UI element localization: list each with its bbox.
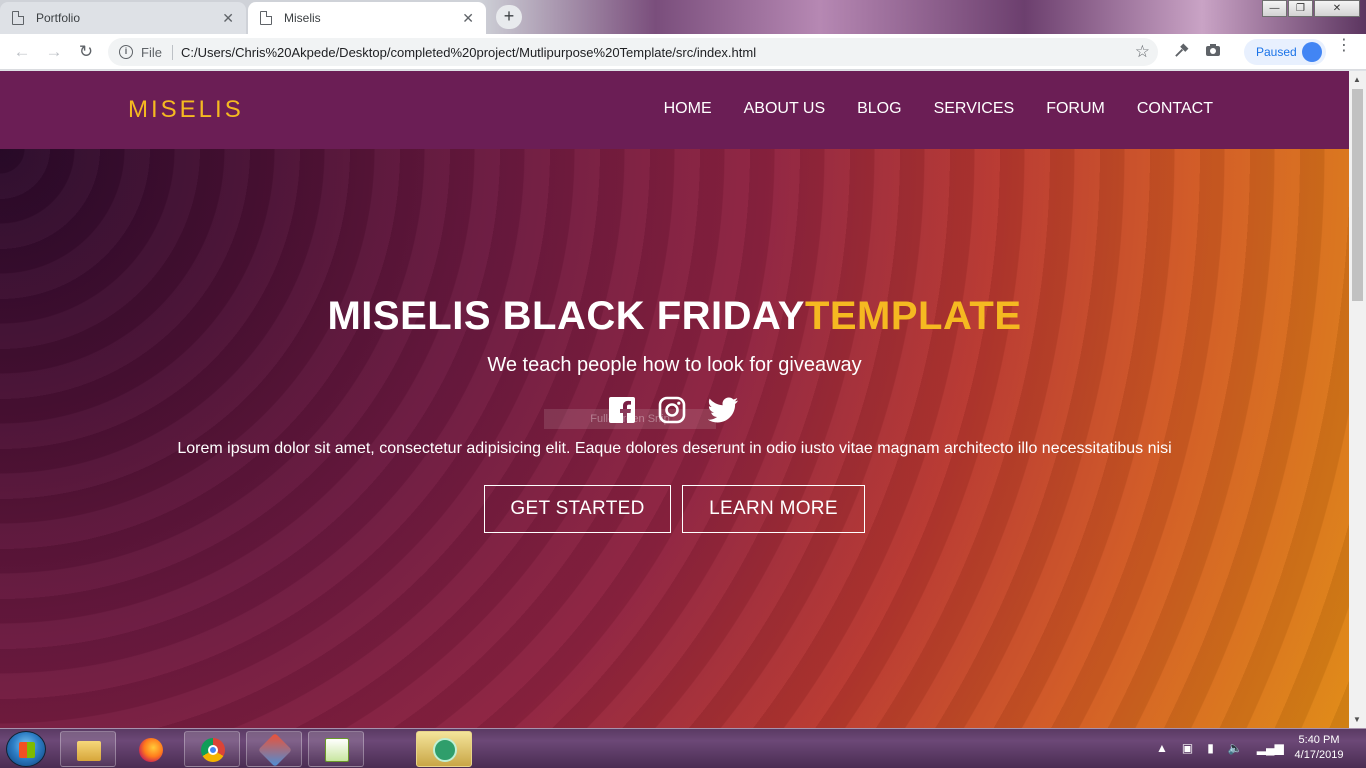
clock-date: 4/17/2019 — [1294, 749, 1344, 761]
show-hidden-icons-icon[interactable]: ▲ — [1156, 741, 1168, 755]
tab-title: Portfolio — [36, 11, 81, 25]
hero-section: MISELIS BLACK FRIDAYTEMPLATE Full-screen… — [0, 149, 1349, 728]
address-bar[interactable]: i File C:/Users/Chris%20Akpede/Desktop/c… — [108, 38, 1158, 66]
nav-services[interactable]: SERVICES — [934, 100, 1015, 118]
clock-time: 5:40 PM — [1298, 734, 1340, 746]
maximize-button[interactable]: ❐ — [1288, 0, 1313, 17]
nav-about-us[interactable]: ABOUT US — [744, 100, 826, 118]
avatar — [1302, 42, 1322, 62]
page-viewport: MISELIS HOME ABOUT US BLOG SERVICES FORU… — [0, 71, 1349, 728]
site-header: MISELIS HOME ABOUT US BLOG SERVICES FORU… — [0, 71, 1349, 149]
url-scheme: File — [141, 44, 173, 60]
info-icon[interactable]: i — [119, 45, 133, 59]
battery-icon[interactable]: ▮ — [1207, 741, 1214, 755]
browser-tab-strip: Portfolio ✕ Miselis ✕ + — ❐ ✕ — [0, 0, 1366, 34]
hero-title-main: MISELIS BLACK FRIDAY — [327, 294, 805, 338]
minimize-button[interactable]: — — [1262, 0, 1287, 17]
close-window-button[interactable]: ✕ — [1314, 0, 1360, 17]
windows-taskbar: ▲ ▣ ▮ 🔈 ▂▄▆ 5:40 PM 4/17/2019 — [0, 728, 1366, 768]
windows-logo-icon — [19, 742, 35, 758]
start-button[interactable] — [6, 731, 46, 767]
new-tab-button[interactable]: + — [496, 5, 522, 29]
notepad-plus-plus-icon[interactable] — [308, 731, 364, 767]
nav-forum[interactable]: FORUM — [1046, 100, 1105, 118]
close-tab-icon[interactable]: ✕ — [222, 10, 234, 27]
url-text[interactable]: C:/Users/Chris%20Akpede/Desktop/complete… — [181, 45, 756, 60]
menu-icon[interactable]: ⋮ — [1336, 38, 1352, 54]
nav-contact[interactable]: CONTACT — [1137, 100, 1213, 118]
hero-title: MISELIS BLACK FRIDAYTEMPLATE — [0, 294, 1349, 339]
learn-more-button[interactable]: LEARN MORE — [682, 485, 865, 533]
hero-description: Lorem ipsum dolor sit amet, consectetur … — [177, 440, 1172, 457]
scrollbar-thumb[interactable] — [1352, 89, 1363, 301]
profile-button[interactable]: Paused — [1244, 39, 1326, 65]
nav-home[interactable]: HOME — [664, 100, 712, 118]
get-started-button[interactable]: GET STARTED — [484, 485, 671, 533]
page-icon — [260, 11, 272, 25]
file-explorer-icon[interactable] — [60, 731, 116, 767]
volume-icon[interactable]: 🔈 — [1228, 741, 1243, 755]
action-center-icon[interactable]: ▣ — [1182, 741, 1193, 755]
taskbar-clock[interactable]: 5:40 PM 4/17/2019 — [1284, 733, 1354, 763]
tab-portfolio[interactable]: Portfolio ✕ — [0, 2, 246, 34]
nav-blog[interactable]: BLOG — [857, 100, 901, 118]
snip-overlay-label: Full-screen Snip — [544, 409, 716, 429]
camera-icon[interactable] — [1205, 43, 1221, 61]
atom-icon[interactable] — [416, 731, 472, 767]
forward-button[interactable]: → — [42, 40, 66, 64]
bookmark-star-icon[interactable]: ☆ — [1135, 42, 1150, 62]
profile-status: Paused — [1256, 45, 1297, 59]
scroll-up-icon[interactable]: ▲ — [1353, 75, 1361, 84]
hero-title-accent: TEMPLATE — [804, 294, 1022, 338]
hero-tagline: We teach people how to look for giveaway — [487, 354, 862, 376]
close-tab-icon[interactable]: ✕ — [462, 10, 474, 27]
tab-miselis[interactable]: Miselis ✕ — [248, 2, 486, 34]
site-logo[interactable]: MISELIS — [128, 96, 244, 124]
main-nav: HOME ABOUT US BLOG SERVICES FORUM CONTAC… — [664, 100, 1213, 118]
page-scrollbar[interactable]: ▲ ▼ — [1349, 71, 1366, 728]
network-icon[interactable]: ▂▄▆ — [1257, 741, 1284, 755]
scroll-down-icon[interactable]: ▼ — [1353, 715, 1361, 724]
browser-toolbar: ← → ↻ i File C:/Users/Chris%20Akpede/Des… — [0, 34, 1366, 70]
tab-title: Miselis — [284, 11, 321, 25]
git-client-icon[interactable] — [246, 731, 302, 767]
chrome-icon[interactable] — [184, 731, 240, 767]
back-button[interactable]: ← — [10, 40, 34, 64]
eyedropper-icon[interactable] — [1174, 43, 1189, 62]
reload-button[interactable]: ↻ — [74, 40, 98, 64]
page-icon — [12, 11, 24, 25]
system-tray: ▲ ▣ ▮ 🔈 ▂▄▆ — [1156, 741, 1284, 755]
firefox-icon[interactable] — [122, 731, 178, 767]
